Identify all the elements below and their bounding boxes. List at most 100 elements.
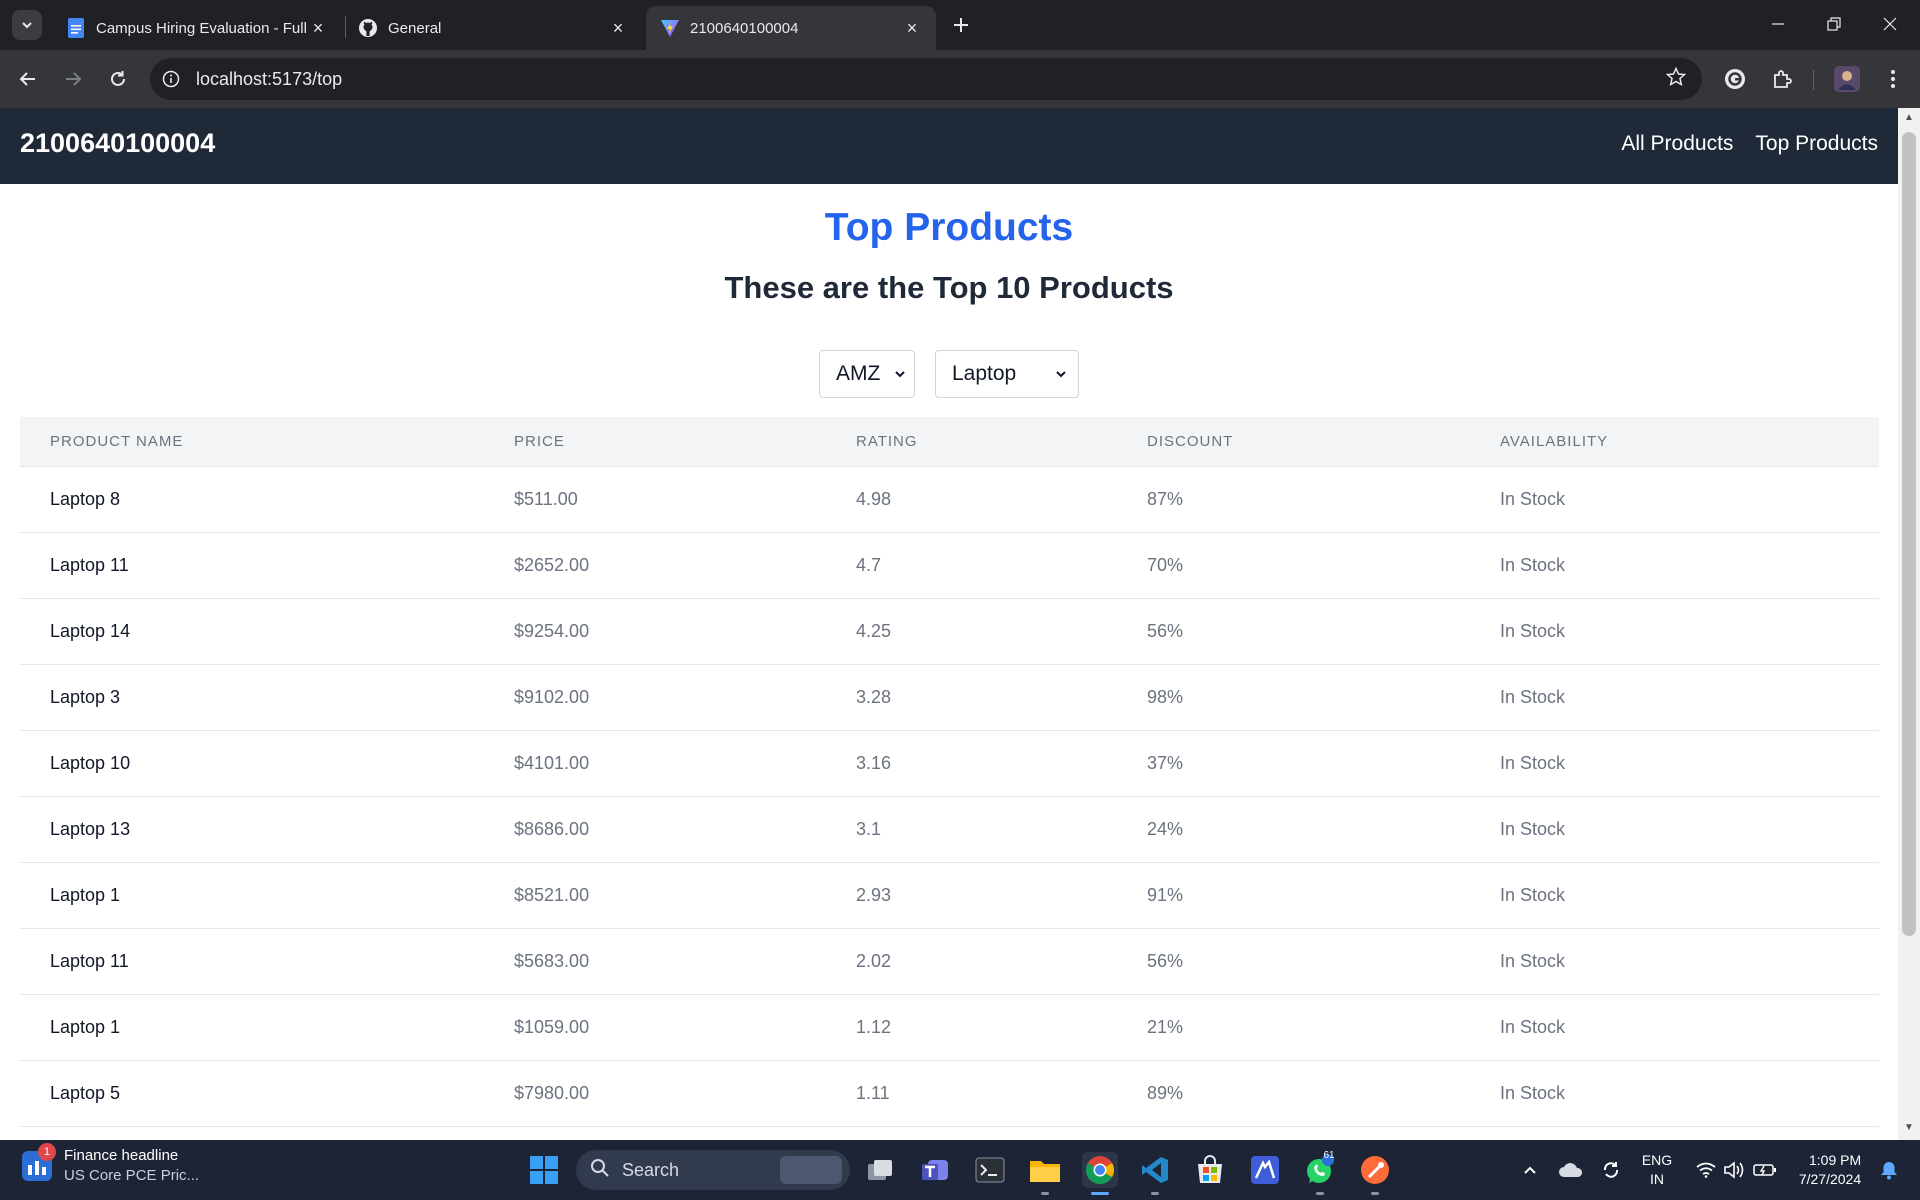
nav-top-products[interactable]: Top Products bbox=[1755, 132, 1878, 156]
availability-cell: In Stock bbox=[1500, 1017, 1566, 1037]
company-select[interactable]: AMZ bbox=[819, 350, 915, 398]
availability-cell: In Stock bbox=[1500, 1083, 1566, 1103]
teams-icon[interactable] bbox=[917, 1152, 953, 1188]
category-select[interactable]: Laptop bbox=[935, 350, 1079, 398]
microsoft-store-icon[interactable] bbox=[1192, 1152, 1228, 1188]
rating-cell: 4.25 bbox=[856, 621, 892, 641]
price-cell: $511.00 bbox=[514, 489, 578, 509]
clock-date: 7/27/2024 bbox=[1798, 1171, 1862, 1187]
back-button[interactable] bbox=[13, 64, 43, 94]
table-row: Laptop 3 $9102.00 3.28 98% In Stock bbox=[20, 665, 1879, 731]
column-header-product-name: PRODUCT NAME bbox=[50, 433, 184, 450]
discount-cell: 87% bbox=[1147, 489, 1184, 509]
minimize-button[interactable] bbox=[1750, 0, 1806, 48]
close-window-button[interactable] bbox=[1862, 0, 1918, 48]
product-name-cell: Laptop 11 bbox=[50, 951, 129, 971]
filter-bar: AMZ Laptop bbox=[0, 350, 1898, 398]
url-text: localhost:5173/top bbox=[196, 68, 343, 89]
postman-icon[interactable] bbox=[1357, 1152, 1393, 1188]
close-icon bbox=[1883, 17, 1897, 31]
terminal-icon[interactable] bbox=[972, 1152, 1008, 1188]
toolbar-divider bbox=[1813, 70, 1814, 90]
availability-cell: In Stock bbox=[1500, 885, 1566, 905]
region-code: IN bbox=[1650, 1171, 1664, 1187]
address-bar[interactable]: localhost:5173/top bbox=[150, 58, 1702, 100]
bookmark-star-icon[interactable] bbox=[1665, 66, 1687, 93]
github-icon bbox=[358, 18, 378, 38]
onedrive-cloud-icon[interactable] bbox=[1556, 1140, 1586, 1200]
windows-start-icon[interactable] bbox=[526, 1152, 562, 1188]
battery-icon[interactable] bbox=[1750, 1140, 1780, 1200]
task-view-icon[interactable] bbox=[862, 1152, 898, 1188]
scroll-up-arrow-icon[interactable]: ▲ bbox=[1903, 112, 1915, 124]
price-cell: $4101.00 bbox=[514, 753, 590, 773]
show-hidden-icons-chevron-icon[interactable] bbox=[1516, 1140, 1544, 1200]
table-row: Laptop 13 $8686.00 3.1 24% In Stock bbox=[20, 797, 1879, 863]
discount-cell: 56% bbox=[1147, 621, 1184, 641]
grammarly-extension-icon[interactable] bbox=[1720, 64, 1750, 94]
whatsapp-icon[interactable]: 61 bbox=[1302, 1150, 1338, 1188]
table-row: Laptop 1 $1059.00 1.12 21% In Stock bbox=[20, 995, 1879, 1061]
product-name-cell: Laptop 8 bbox=[50, 489, 121, 509]
volume-icon[interactable] bbox=[1720, 1140, 1748, 1200]
whatsapp-badge: 61 bbox=[1323, 1150, 1335, 1161]
app-navbar: 2100640100004 All Products Top Products bbox=[0, 108, 1898, 184]
extensions-puzzle-icon[interactable] bbox=[1767, 64, 1797, 94]
table-row: Laptop 11 $2652.00 4.7 70% In Stock bbox=[20, 533, 1879, 599]
taskbar-search[interactable]: Search bbox=[576, 1150, 850, 1190]
browser-toolbar: localhost:5173/top bbox=[0, 50, 1920, 108]
scroll-down-arrow-icon[interactable]: ▼ bbox=[1903, 1122, 1915, 1134]
scrollbar-thumb[interactable] bbox=[1902, 132, 1916, 936]
close-icon[interactable]: × bbox=[308, 18, 328, 39]
mongodb-compass-icon[interactable] bbox=[1247, 1152, 1283, 1188]
close-icon[interactable]: × bbox=[608, 18, 628, 39]
google-docs-icon bbox=[66, 18, 86, 38]
tab-general[interactable]: General × bbox=[344, 6, 642, 50]
column-header-price: PRICE bbox=[514, 433, 565, 450]
clock[interactable]: 1:09 PM 7/27/2024 bbox=[1790, 1140, 1870, 1200]
reload-button[interactable] bbox=[103, 64, 133, 94]
table-row: Laptop 10 $4101.00 3.16 37% In Stock bbox=[20, 731, 1879, 797]
running-indicator bbox=[1316, 1192, 1324, 1195]
tab-search-button[interactable] bbox=[12, 10, 42, 40]
restore-button[interactable] bbox=[1806, 0, 1862, 48]
reload-icon bbox=[111, 71, 125, 86]
availability-cell: In Stock bbox=[1500, 819, 1566, 839]
wifi-icon[interactable] bbox=[1692, 1140, 1720, 1200]
product-name-cell: Laptop 10 bbox=[50, 753, 131, 773]
running-indicator bbox=[1151, 1192, 1159, 1195]
language-indicator[interactable]: ENG IN bbox=[1636, 1140, 1678, 1200]
restore-icon bbox=[1827, 17, 1841, 31]
new-tab-button[interactable] bbox=[946, 10, 976, 40]
chrome-icon[interactable] bbox=[1082, 1152, 1118, 1188]
product-name-cell: Laptop 5 bbox=[50, 1083, 121, 1103]
tab-title: General bbox=[388, 19, 442, 37]
discount-cell: 21% bbox=[1147, 1017, 1184, 1037]
page-scrollbar[interactable]: ▲ ▼ bbox=[1898, 108, 1920, 1140]
app-brand[interactable]: 2100640100004 bbox=[20, 128, 215, 159]
category-select-value: Laptop bbox=[952, 362, 1017, 385]
forward-button[interactable] bbox=[58, 64, 88, 94]
tab-campus-hiring[interactable]: Campus Hiring Evaluation - Full × bbox=[52, 6, 342, 50]
price-cell: $9254.00 bbox=[514, 621, 590, 641]
availability-cell: In Stock bbox=[1500, 489, 1566, 509]
close-icon[interactable]: × bbox=[902, 18, 922, 39]
sync-icon[interactable] bbox=[1596, 1140, 1626, 1200]
product-name-cell: Laptop 1 bbox=[50, 1017, 121, 1037]
page-subtitle: These are the Top 10 Products bbox=[724, 270, 1174, 305]
running-indicator bbox=[1371, 1192, 1379, 1195]
site-info-icon[interactable] bbox=[150, 58, 192, 100]
price-cell: $8521.00 bbox=[514, 885, 590, 905]
vscode-icon[interactable] bbox=[1137, 1152, 1173, 1188]
news-widget[interactable]: 1 Finance headline US Core PCE Pric... bbox=[22, 1143, 199, 1186]
file-explorer-icon[interactable] bbox=[1027, 1152, 1063, 1188]
table-row: Laptop 1 $8521.00 2.93 91% In Stock bbox=[20, 863, 1879, 929]
active-indicator bbox=[1091, 1192, 1109, 1195]
more-menu-icon[interactable] bbox=[1878, 64, 1908, 94]
profile-avatar[interactable] bbox=[1832, 64, 1862, 94]
notification-bell-icon[interactable] bbox=[1874, 1140, 1904, 1200]
nav-all-products[interactable]: All Products bbox=[1621, 132, 1733, 156]
tab-active-app[interactable]: 2100640100004 × bbox=[646, 6, 936, 50]
page-viewport: 2100640100004 All Products Top Products … bbox=[0, 108, 1920, 1140]
tab-title: Campus Hiring Evaluation - Full bbox=[96, 19, 307, 37]
